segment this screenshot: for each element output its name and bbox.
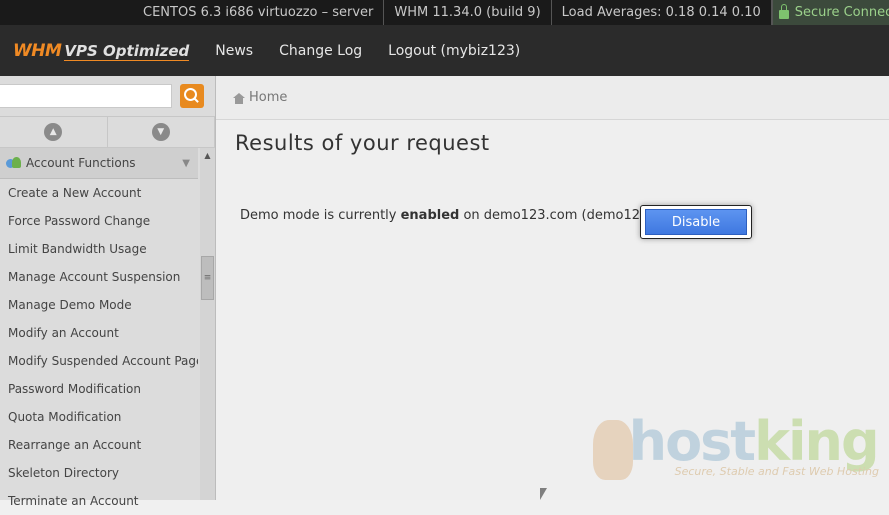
expand-all-button[interactable]: ▼ (108, 117, 215, 147)
message-suffix: on demo123.com (demo123) (459, 208, 654, 223)
menu-item[interactable]: Modify Suspended Account Page (0, 347, 198, 375)
section-title: Account Functions (26, 156, 136, 170)
message-status: enabled (400, 208, 460, 223)
demo-mode-message: Demo mode is currently enabled on demo12… (240, 208, 653, 223)
page-title: Results of your request (235, 131, 490, 155)
collapse-all-button[interactable]: ▲ (0, 117, 108, 147)
menu-item[interactable]: Rearrange an Account (0, 431, 198, 459)
status-bar: CENTOS 6.3 i686 virtuozzo – server WHM 1… (0, 0, 889, 25)
brand-king: king (754, 410, 880, 473)
menu-item[interactable]: Skeleton Directory (0, 459, 198, 487)
scrollbar-thumb[interactable]: ≡ (201, 256, 214, 300)
home-icon[interactable] (233, 92, 245, 104)
whm-logo[interactable]: WHM VPS Optimized (13, 40, 190, 61)
nav-logout[interactable]: Logout (mybiz123) (388, 43, 520, 59)
chevron-down-icon: ▼ (182, 157, 190, 169)
secure-connection-label: Secure Connection (794, 5, 889, 20)
logo-vps-text: VPS Optimized (64, 41, 190, 61)
disable-button-highlight: Disable (640, 205, 752, 239)
menu-item[interactable]: Manage Account Suspension (0, 263, 198, 291)
nav-news[interactable]: News (215, 43, 253, 59)
top-nav: News Change Log Logout (mybiz123) (215, 43, 546, 59)
arrow-up-icon: ▲ (44, 123, 63, 141)
breadcrumb: Home (216, 76, 889, 120)
hostking-watermark: hostking Secure, Stable and Fast Web Hos… (592, 410, 880, 480)
mascot-icon (592, 420, 633, 480)
logo-whm-text: WHM (13, 40, 62, 61)
mouse-cursor-icon (540, 488, 547, 500)
menu-item[interactable]: Password Modification (0, 375, 198, 403)
menu-item[interactable]: Create a New Account (0, 179, 198, 207)
menu-item[interactable]: Force Password Change (0, 207, 198, 235)
account-functions-menu: Create a New Account Force Password Chan… (0, 179, 198, 515)
sidebar-arrows: ▲ ▼ (0, 117, 215, 148)
brand-host: host (628, 410, 756, 473)
arrow-down-icon: ▼ (151, 123, 170, 141)
menu-item[interactable]: Manage Demo Mode (0, 291, 198, 319)
section-account-functions[interactable]: Account Functions ▼ (0, 148, 198, 179)
message-prefix: Demo mode is currently (240, 208, 401, 223)
whm-version: WHM 11.34.0 (build 9) (384, 0, 552, 25)
scroll-up-icon[interactable]: ▲ (200, 148, 215, 162)
lock-icon (778, 4, 789, 19)
watermark-brand: hostking (628, 410, 880, 473)
secure-connection: Secure Connection (771, 0, 889, 25)
main-content: Results of your request Demo mode is cur… (216, 120, 889, 500)
disable-button[interactable]: Disable (645, 209, 747, 235)
search-button[interactable] (180, 84, 204, 108)
account-functions-icon (6, 156, 22, 170)
nav-changelog[interactable]: Change Log (279, 43, 362, 59)
sidebar: ▲ ▼ Account Functions ▼ Create a New Acc… (0, 76, 216, 508)
sidebar-scrollbar[interactable]: ▲ ≡ (200, 148, 215, 500)
search-input[interactable] (0, 84, 172, 108)
search-icon (183, 87, 197, 101)
menu-item[interactable]: Quota Modification (0, 403, 198, 431)
menu-item[interactable]: Limit Bandwidth Usage (0, 235, 198, 263)
menu-item[interactable]: Terminate an Account (0, 487, 198, 515)
load-averages: Load Averages: 0.18 0.14 0.10 (552, 0, 772, 25)
sidebar-search (0, 76, 215, 117)
header: WHM VPS Optimized News Change Log Logout… (0, 25, 889, 76)
server-info: CENTOS 6.3 i686 virtuozzo – server (0, 0, 385, 25)
menu-item[interactable]: Modify an Account (0, 319, 198, 347)
watermark-tagline: Secure, Stable and Fast Web Hosting (674, 465, 879, 478)
breadcrumb-home[interactable]: Home (249, 90, 287, 105)
